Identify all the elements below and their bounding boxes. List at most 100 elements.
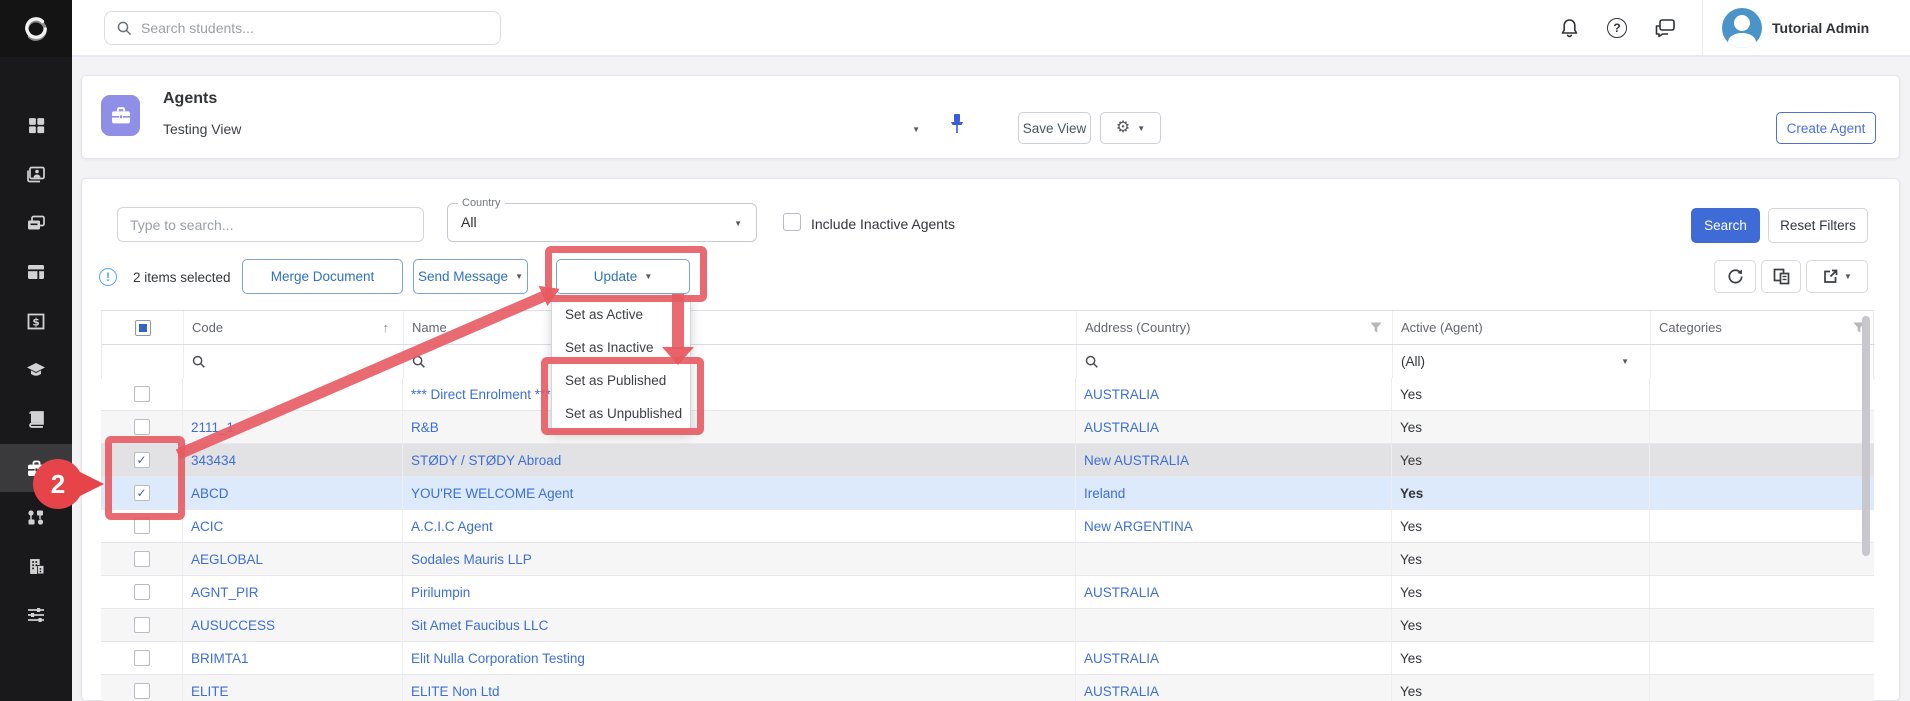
filter-cell-address[interactable] <box>1077 345 1393 378</box>
view-name: Testing View <box>163 121 241 137</box>
table-row[interactable]: 343434STØDY / STØDY AbroadNew AUSTRALIAY… <box>101 444 1874 477</box>
select-all-cell[interactable] <box>102 311 184 344</box>
name-link[interactable]: *** Direct Enrolment *** <box>411 387 551 402</box>
filter-cell-active[interactable]: (All) ▼ <box>1393 345 1651 378</box>
pin-view-button[interactable] <box>948 113 966 135</box>
row-select-cell[interactable] <box>101 378 183 410</box>
name-link[interactable]: Sit Amet Faucibus LLC <box>411 618 548 633</box>
row-checkbox[interactable] <box>134 650 150 666</box>
row-checkbox[interactable] <box>134 386 150 402</box>
address-link[interactable]: AUSTRALIA <box>1084 387 1159 402</box>
create-agent-button[interactable]: Create Agent <box>1776 112 1876 144</box>
column-chooser-button[interactable] <box>1761 260 1801 293</box>
name-link[interactable]: STØDY / STØDY Abroad <box>411 453 561 468</box>
address-link[interactable]: AUSTRALIA <box>1084 420 1159 435</box>
row-select-cell[interactable] <box>101 642 183 674</box>
address-link[interactable]: AUSTRALIA <box>1084 684 1159 699</box>
select-all-checkbox[interactable] <box>135 320 151 336</box>
name-link[interactable]: A.C.I.C Agent <box>411 519 493 534</box>
active-cell: Yes <box>1392 543 1650 575</box>
sidebar-item-students[interactable] <box>0 150 72 198</box>
address-link[interactable]: Ireland <box>1084 486 1125 501</box>
table-row[interactable]: ACICA.C.I.C AgentNew ARGENTINAYes <box>101 510 1874 543</box>
address-link[interactable]: AUSTRALIA <box>1084 651 1159 666</box>
search-button[interactable]: Search <box>1691 208 1760 243</box>
table-row[interactable]: ABCDYOU'RE WELCOME AgentIrelandYes <box>101 477 1874 510</box>
view-settings-button[interactable]: ⚙ ▼ <box>1100 112 1161 144</box>
code-link[interactable]: AUSUCCESS <box>191 618 275 633</box>
sidebar-item-layout[interactable] <box>0 248 72 296</box>
name-link[interactable]: R&B <box>411 420 439 435</box>
sidebar-item-applications[interactable] <box>0 199 72 247</box>
notifications-button[interactable] <box>1556 15 1582 41</box>
code-link[interactable]: AEGLOBAL <box>191 552 263 567</box>
row-checkbox[interactable] <box>134 518 150 534</box>
search-input[interactable] <box>141 20 471 36</box>
sidebar-item-catalog[interactable] <box>0 395 72 443</box>
table-row[interactable]: ELITEELITE Non LtdAUSTRALIAYes <box>101 675 1874 701</box>
table-row[interactable]: 2111_1R&BAUSTRALIAYes <box>101 411 1874 444</box>
name-link[interactable]: Sodales Mauris LLP <box>411 552 532 567</box>
refresh-button[interactable] <box>1714 260 1756 293</box>
table-row[interactable]: AEGLOBAL Sodales Mauris LLP Yes <box>101 543 1874 576</box>
filter-cell-name[interactable] <box>404 345 1077 378</box>
filter-icon[interactable] <box>1370 322 1382 333</box>
code-link[interactable]: ELITE <box>191 684 229 699</box>
help-button[interactable]: ? <box>1604 15 1630 41</box>
row-select-cell[interactable] <box>101 675 183 701</box>
row-select-cell[interactable] <box>101 543 183 575</box>
reset-filters-button[interactable]: Reset Filters <box>1768 208 1868 243</box>
categories-cell <box>1650 576 1874 608</box>
grid-search-input[interactable] <box>117 207 424 242</box>
gear-icon: ⚙ <box>1116 120 1130 136</box>
sidebar-item-organization[interactable] <box>0 542 72 590</box>
row-checkbox[interactable] <box>134 551 150 567</box>
send-message-button[interactable]: Send Message ▼ <box>413 259 528 294</box>
sidebar-item-finance[interactable]: $ <box>0 297 72 345</box>
row-select-cell[interactable] <box>101 609 183 641</box>
name-link[interactable]: Pirilumpin <box>411 585 470 600</box>
code-link[interactable]: ABCD <box>191 486 229 501</box>
name-link[interactable]: Elit Nulla Corporation Testing <box>411 651 585 666</box>
row-checkbox[interactable] <box>134 617 150 633</box>
sidebar-item-settings[interactable] <box>0 591 72 639</box>
address-link[interactable]: AUSTRALIA <box>1084 585 1159 600</box>
column-header-categories[interactable]: Categories <box>1651 311 1875 344</box>
avatar[interactable] <box>1722 8 1762 48</box>
name-link[interactable]: ELITE Non Ltd <box>411 684 500 699</box>
messages-button[interactable] <box>1652 15 1678 41</box>
merge-document-button[interactable]: Merge Document <box>242 259 403 294</box>
address-link[interactable]: New AUSTRALIA <box>1084 453 1189 468</box>
row-checkbox[interactable] <box>134 419 150 435</box>
name-link[interactable]: YOU'RE WELCOME Agent <box>411 486 573 501</box>
vertical-scrollbar[interactable] <box>1862 316 1870 556</box>
row-select-cell[interactable] <box>101 576 183 608</box>
code-link[interactable]: BRIMTA1 <box>191 651 249 666</box>
table-row[interactable]: BRIMTA1 Elit Nulla Corporation Testing AUS… <box>101 642 1874 675</box>
column-header-code[interactable]: Code ↑ <box>184 311 404 344</box>
row-checkbox[interactable] <box>134 584 150 600</box>
app-logo[interactable] <box>0 0 72 57</box>
sidebar-item-courses[interactable] <box>0 346 72 394</box>
view-selector[interactable]: Testing View ▼ <box>163 117 938 141</box>
organization-icon <box>28 558 45 575</box>
user-name[interactable]: Tutorial Admin <box>1772 20 1869 36</box>
table-row[interactable]: AUSUCCESSSit Amet Faucibus LLCYes <box>101 609 1874 642</box>
table-row[interactable]: *** Direct Enrolment ***AUSTRALIAYes <box>101 378 1874 411</box>
row-checkbox[interactable] <box>134 683 150 699</box>
export-button[interactable]: ▼ <box>1806 260 1868 293</box>
code-link[interactable]: ACIC <box>191 519 223 534</box>
sidebar-item-dashboard[interactable] <box>0 101 72 149</box>
menu-item-set-as-active[interactable]: Set as Active <box>552 298 690 331</box>
address-link[interactable]: New ARGENTINA <box>1084 519 1193 534</box>
column-header-active[interactable]: Active (Agent) <box>1393 311 1651 344</box>
filter-cell-categories[interactable] <box>1651 345 1875 378</box>
table-row[interactable]: AGNT_PIRPirilumpinAUSTRALIAYes <box>101 576 1874 609</box>
code-link[interactable]: 343434 <box>191 453 236 468</box>
address-cell: AUSTRALIA <box>1076 642 1392 674</box>
country-select[interactable]: Country All ▼ <box>447 203 757 242</box>
save-view-button[interactable]: Save View <box>1018 112 1091 144</box>
include-inactive-checkbox[interactable] <box>783 213 801 231</box>
column-header-address[interactable]: Address (Country) <box>1077 311 1393 344</box>
code-link[interactable]: AGNT_PIR <box>191 585 259 600</box>
